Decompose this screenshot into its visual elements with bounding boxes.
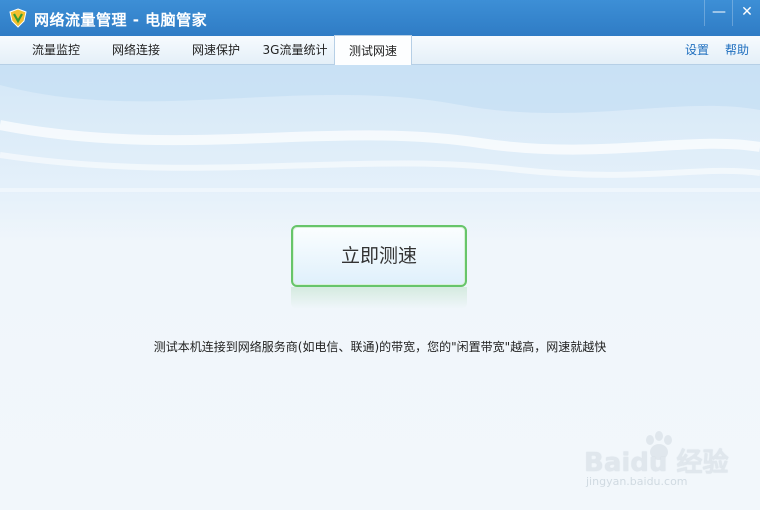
speed-test-description: 测试本机连接到网络服务商(如电信、联通)的带宽，您的"闲置带宽"越高，网速就越快 xyxy=(153,340,607,354)
minimize-button[interactable]: — xyxy=(704,0,733,26)
minimize-icon: — xyxy=(712,4,726,20)
speed-test-panel: 立即测速 测试本机连接到网络服务商(如电信、联通)的带宽，您的"闲置带宽"越高，… xyxy=(0,65,760,510)
tab-network-connections[interactable]: 网络连接 xyxy=(98,36,174,64)
close-button[interactable]: ✕ xyxy=(732,0,760,26)
tab-traffic-monitor[interactable]: 流量监控 xyxy=(18,36,94,64)
start-speed-test-button[interactable]: 立即测速 xyxy=(291,225,467,287)
watermark-logo: Baidu 经验 xyxy=(584,448,729,478)
close-icon: ✕ xyxy=(741,4,753,20)
title-bar: 网络流量管理 - 电脑管家 — ✕ xyxy=(0,0,760,36)
window-title: 网络流量管理 - 电脑管家 xyxy=(34,11,208,29)
watermark-url: jingyan.baidu.com xyxy=(586,475,688,488)
tab-3g-statistics[interactable]: 3G流量统计 xyxy=(256,36,334,64)
tab-speed-protection[interactable]: 网速保护 xyxy=(178,36,254,64)
shield-logo-icon xyxy=(9,8,27,28)
tab-bar: 流量监控 网络连接 网速保护 3G流量统计 测试网速 设置 帮助 xyxy=(0,35,760,66)
button-reflection xyxy=(291,287,467,309)
header-wave-decoration xyxy=(0,65,760,192)
tab-speed-test[interactable]: 测试网速 xyxy=(334,35,412,66)
baidu-watermark: Baidu 经验 jingyan.baidu.com xyxy=(584,430,734,495)
help-link[interactable]: 帮助 xyxy=(725,36,749,64)
settings-link[interactable]: 设置 xyxy=(685,36,709,64)
